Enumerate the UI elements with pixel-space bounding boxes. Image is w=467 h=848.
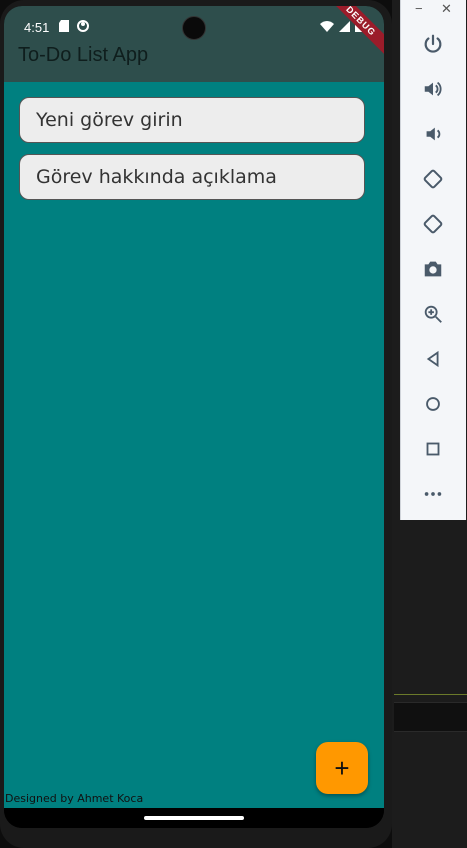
rotate-right-button[interactable] (421, 212, 445, 236)
home-button[interactable] (421, 392, 445, 416)
more-icon (424, 492, 442, 496)
emulator-window-controls: − ✕ (401, 0, 466, 20)
power-icon (424, 34, 442, 53)
camera-icon (424, 261, 442, 277)
wifi-icon (320, 20, 334, 32)
rotate-right-icon (423, 214, 443, 234)
home-icon (426, 397, 440, 411)
emulator-toolbar: − ✕ (400, 0, 466, 520)
back-button[interactable] (421, 347, 445, 371)
volume-down-icon (426, 127, 441, 141)
zoom-icon (424, 305, 442, 323)
phone-screen: 4:51 To-Do List App DEBUG + (4, 6, 384, 828)
overview-icon (426, 442, 440, 456)
sync-icon (77, 20, 89, 32)
power-button[interactable] (421, 32, 445, 56)
footer-credit: Designed by Ahmet Koca (5, 792, 144, 805)
phone-frame: 4:51 To-Do List App DEBUG + (0, 0, 392, 848)
zoom-button[interactable] (421, 302, 445, 326)
overview-button[interactable] (421, 437, 445, 461)
more-options-button[interactable] (421, 482, 445, 506)
front-camera (182, 16, 206, 40)
plus-icon: + (334, 752, 350, 783)
screenshot-button[interactable] (421, 257, 445, 281)
status-icons-left (59, 20, 89, 32)
navigation-bar (4, 808, 384, 828)
signal-icon (339, 20, 350, 32)
description-input[interactable] (34, 165, 364, 189)
volume-down-button[interactable] (421, 122, 445, 146)
rotate-left-icon (423, 169, 443, 189)
volume-up-button[interactable] (421, 77, 445, 101)
status-time: 4:51 (24, 20, 50, 35)
main-content: + Designed by Ahmet Koca (4, 82, 384, 808)
ide-panel-band (394, 702, 467, 732)
home-gesture-handle[interactable] (144, 816, 244, 820)
app-bar: 4:51 To-Do List App DEBUG (4, 6, 384, 82)
rotate-left-button[interactable] (421, 167, 445, 191)
volume-up-icon (424, 81, 442, 97)
back-icon (426, 350, 439, 368)
add-task-button[interactable]: + (316, 742, 368, 794)
task-input[interactable] (34, 108, 364, 132)
task-input-field[interactable] (19, 97, 365, 143)
ide-divider (394, 694, 467, 695)
minimize-button[interactable]: − (415, 1, 423, 16)
description-input-field[interactable] (19, 154, 365, 200)
sd-card-icon (59, 20, 69, 32)
close-button[interactable]: ✕ (441, 1, 452, 17)
app-title: To-Do List App (18, 44, 149, 66)
